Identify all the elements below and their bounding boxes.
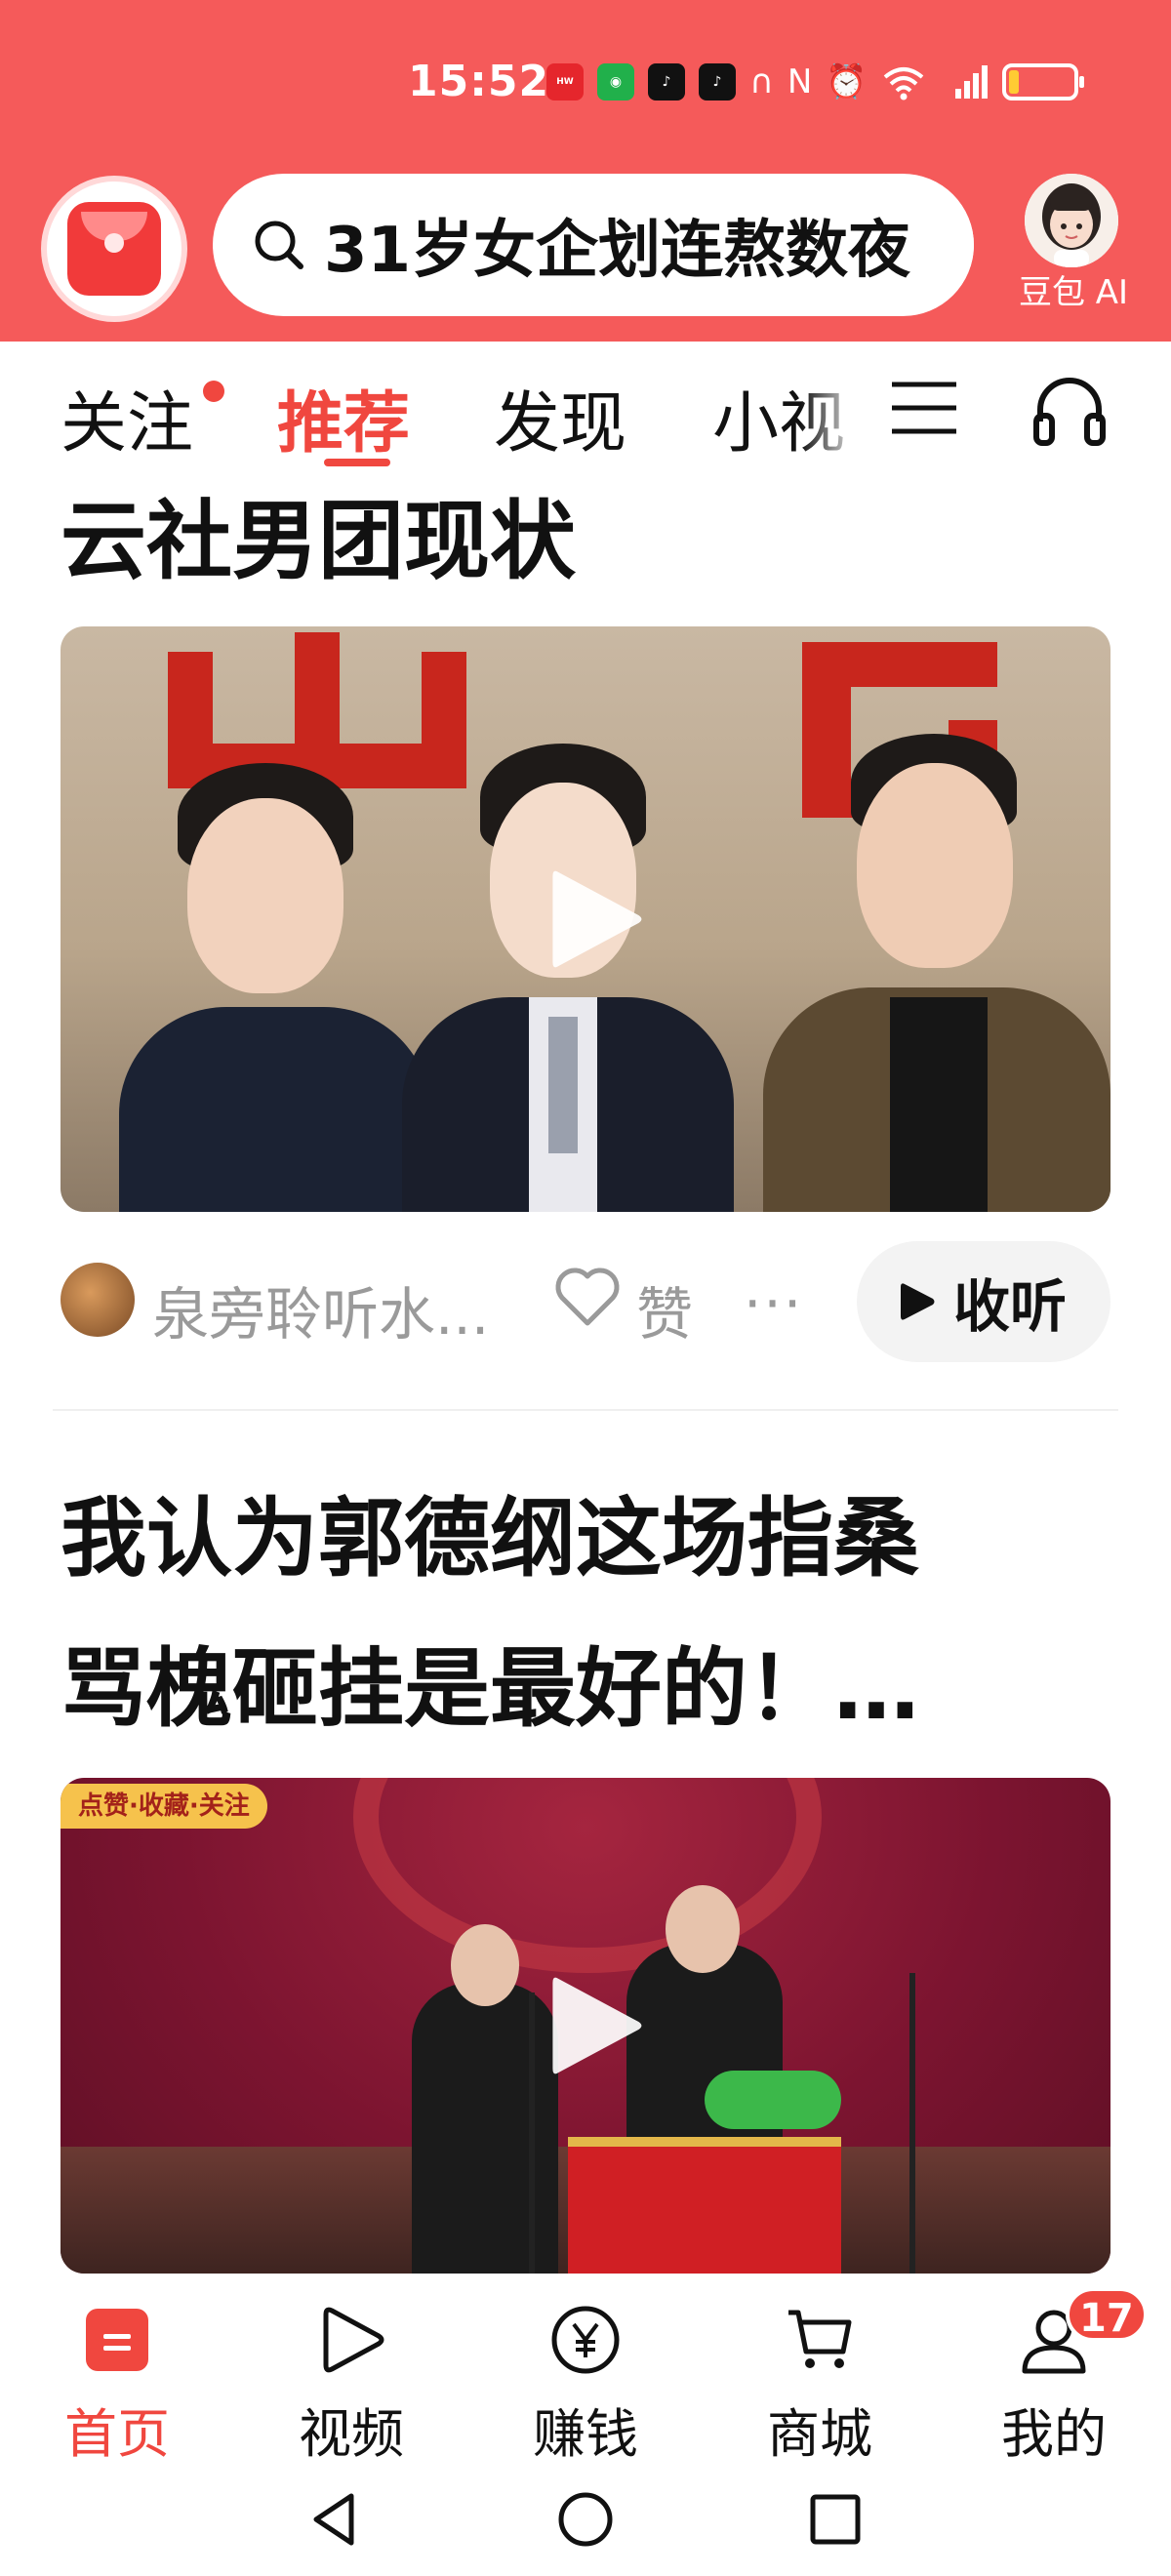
yuan-coin-icon [551, 2306, 620, 2374]
author-name[interactable]: 泉旁聆听水... [152, 1268, 489, 1350]
wifi-icon [883, 67, 923, 101]
video-thumbnail[interactable]: 点赞·收藏·关注 [61, 1778, 1110, 2274]
tab-follow-dot [203, 381, 224, 402]
back-icon[interactable] [304, 2488, 367, 2551]
status-icons: HW ◉ ♪ ♪ ∩ N ⏰ [546, 60, 1084, 103]
person-left [119, 763, 431, 1212]
ai-label[interactable]: 豆包 AI [1005, 265, 1142, 313]
recents-icon[interactable] [804, 2488, 867, 2551]
person-right [763, 734, 1110, 1212]
tab-follow[interactable]: 关注 [61, 369, 193, 465]
nav-me[interactable]: 17 我的 [956, 2287, 1151, 2465]
nav-label: 我的 [1001, 2403, 1107, 2465]
tab-discover[interactable]: 发现 [494, 369, 626, 465]
nfc-icon: N [787, 62, 813, 101]
battery-icon [1001, 63, 1084, 101]
alarm-icon: ⏰ [826, 62, 868, 101]
listen-label: 收听 [952, 1273, 1067, 1340]
app-logo[interactable] [41, 176, 187, 322]
tiktok-icon: ♪ [648, 63, 685, 101]
heart-icon[interactable] [552, 1265, 623, 1329]
stage-table [568, 2137, 841, 2274]
search-icon [255, 221, 303, 269]
card-title-line2[interactable]: 骂槐砸挂是最好的！… [61, 1614, 919, 1764]
card-title[interactable]: 云社男团现状 [61, 466, 576, 617]
doubao-ai-avatar[interactable] [1025, 174, 1118, 267]
tab-recommend[interactable]: 推荐 [277, 369, 410, 465]
more-icon[interactable]: ··· [744, 1270, 803, 1337]
performer-left [412, 1983, 558, 2274]
tab-active-indicator [324, 459, 390, 466]
video-thumbnail[interactable] [61, 626, 1110, 1212]
notification-badge: 17 [1066, 2287, 1148, 2342]
tiktok-lite-icon: ♪ [699, 63, 736, 101]
play-icon [552, 1977, 642, 2074]
nav-label: 赚钱 [533, 2403, 638, 2465]
bottom-nav: 首页 视频 赚钱 商城 17 我的 [0, 2274, 1171, 2469]
menu-icon[interactable] [890, 379, 958, 437]
headphone-icon[interactable] [1030, 371, 1109, 449]
search-bar[interactable]: 31岁女企划连熬数夜 [213, 174, 974, 316]
cart-icon [788, 2310, 852, 2368]
system-nav-bar [0, 2469, 1171, 2576]
nav-video[interactable]: 视频 [254, 2291, 449, 2465]
nav-label: 首页 [64, 2403, 170, 2465]
wechat-icon: ◉ [597, 63, 634, 101]
nav-mall[interactable]: 商城 [722, 2291, 917, 2465]
status-time: 15:52 [408, 57, 550, 106]
nav-label: 商城 [767, 2403, 872, 2465]
listen-button[interactable]: 收听 [857, 1241, 1110, 1362]
play-icon [552, 870, 642, 968]
author-avatar[interactable] [61, 1263, 135, 1337]
feed-tabs: 关注 推荐 发现 小视 [0, 342, 1171, 468]
nav-home[interactable]: 首页 [20, 2291, 215, 2465]
like-label[interactable]: 赞 [636, 1268, 693, 1350]
5g-signal-icon [954, 65, 988, 99]
card-divider [53, 1409, 1118, 1411]
nav-label: 视频 [299, 2403, 404, 2465]
nav-earn[interactable]: 赚钱 [488, 2291, 683, 2465]
stage-backdrop [353, 1778, 822, 1973]
play-small-icon [900, 1283, 935, 1320]
person-center [392, 744, 744, 1212]
huawei-app-icon: HW [546, 63, 584, 101]
thumbnail-tag: 点赞·收藏·关注 [61, 1784, 267, 1829]
card-title-line1[interactable]: 我认为郭德纲这场指桑 [61, 1464, 919, 1614]
play-icon [323, 2307, 384, 2373]
headphone-status-icon: ∩ [749, 62, 774, 101]
home-icon [86, 2309, 148, 2371]
table-prop [705, 2071, 841, 2129]
app-header: 15:52 HW ◉ ♪ ♪ ∩ N ⏰ 31岁女企划连熬数夜 豆包 AI [0, 0, 1171, 342]
card-meta-row: 泉旁聆听水... 赞 ··· 收听 [61, 1231, 1110, 1368]
home-circle-icon[interactable] [554, 2488, 617, 2551]
search-query: 31岁女企划连熬数夜 [324, 215, 911, 287]
